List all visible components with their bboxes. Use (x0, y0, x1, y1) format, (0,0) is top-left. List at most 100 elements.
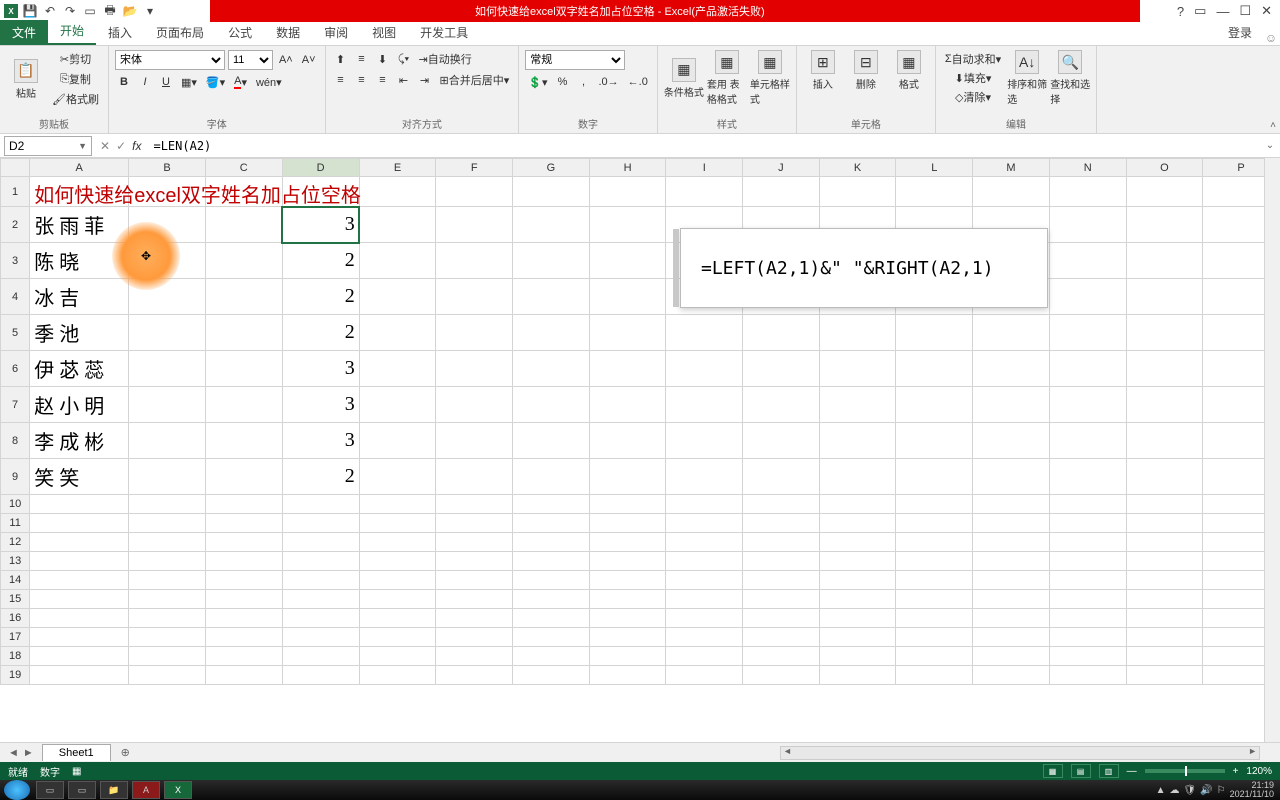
cell[interactable] (359, 243, 436, 279)
cell[interactable] (30, 533, 129, 552)
cell[interactable] (589, 387, 666, 423)
cell[interactable] (1049, 590, 1126, 609)
tray-icon[interactable]: ▲ (1156, 785, 1166, 796)
horizontal-scrollbar[interactable] (780, 746, 1260, 760)
cell[interactable] (1049, 459, 1126, 495)
cell[interactable] (1126, 387, 1203, 423)
cell[interactable] (1126, 243, 1203, 279)
cell[interactable] (819, 423, 896, 459)
cell[interactable] (436, 590, 513, 609)
task-item[interactable]: X (164, 781, 192, 799)
cell[interactable] (666, 552, 743, 571)
cut-button[interactable]: ✂ 剪切 (49, 50, 102, 68)
insert-cells-button[interactable]: ⊞插入 (803, 50, 843, 91)
cell[interactable] (205, 459, 282, 495)
cell[interactable] (513, 666, 590, 685)
cell[interactable] (589, 666, 666, 685)
tab-data[interactable]: 数据 (264, 20, 312, 45)
cell[interactable] (436, 243, 513, 279)
col-header[interactable]: H (589, 159, 666, 177)
cell[interactable] (513, 533, 590, 552)
cell[interactable] (359, 351, 436, 387)
cell[interactable] (129, 609, 206, 628)
cell[interactable] (359, 207, 436, 243)
cell[interactable] (743, 533, 820, 552)
cell[interactable] (129, 552, 206, 571)
col-header[interactable]: O (1126, 159, 1203, 177)
view-break-icon[interactable]: ▥ (1099, 764, 1119, 778)
col-header[interactable]: K (819, 159, 896, 177)
cell[interactable] (1049, 351, 1126, 387)
paste-button[interactable]: 📋粘贴 (6, 59, 46, 100)
cell[interactable] (1126, 495, 1203, 514)
cell[interactable] (359, 533, 436, 552)
cell[interactable] (513, 279, 590, 315)
cell[interactable] (973, 423, 1050, 459)
cell[interactable] (819, 590, 896, 609)
cell[interactable] (743, 177, 820, 207)
cell[interactable] (436, 351, 513, 387)
cell[interactable] (819, 315, 896, 351)
cell[interactable] (589, 459, 666, 495)
cell[interactable] (205, 279, 282, 315)
cell[interactable] (666, 177, 743, 207)
cell[interactable] (973, 647, 1050, 666)
number-format-select[interactable]: 常规 (525, 50, 625, 70)
col-header[interactable]: C (205, 159, 282, 177)
row-header[interactable]: 5 (1, 315, 30, 351)
cell[interactable] (513, 495, 590, 514)
cell[interactable] (1126, 628, 1203, 647)
cell[interactable] (359, 423, 436, 459)
cell[interactable]: 陈 晓 (30, 243, 129, 279)
cell[interactable] (129, 533, 206, 552)
cell[interactable] (129, 207, 206, 243)
cell[interactable] (359, 495, 436, 514)
cell[interactable] (205, 647, 282, 666)
cell[interactable]: 赵 小 明 (30, 387, 129, 423)
cell[interactable] (589, 315, 666, 351)
cell[interactable] (589, 495, 666, 514)
cell[interactable] (436, 459, 513, 495)
cell[interactable] (743, 647, 820, 666)
col-header[interactable]: G (513, 159, 590, 177)
cell[interactable] (129, 315, 206, 351)
cell[interactable] (1049, 279, 1126, 315)
open-icon[interactable]: 📂 (122, 3, 138, 19)
cell[interactable] (589, 552, 666, 571)
bold-button[interactable]: B (115, 73, 133, 91)
phonetic-button[interactable]: wén▾ (253, 73, 285, 91)
cell[interactable] (666, 315, 743, 351)
underline-button[interactable]: U (157, 73, 175, 91)
cell[interactable] (30, 552, 129, 571)
clock[interactable]: 21:192021/11/10 (1230, 781, 1274, 799)
cell[interactable] (1049, 552, 1126, 571)
cell[interactable]: 3 (282, 351, 359, 387)
tray-icon[interactable]: ☁ (1169, 785, 1179, 796)
cell[interactable] (1126, 571, 1203, 590)
copy-button[interactable]: ⎘ 复制 (49, 70, 102, 88)
cell[interactable] (1126, 279, 1203, 315)
cell[interactable] (205, 207, 282, 243)
cell[interactable] (666, 351, 743, 387)
cell[interactable] (743, 495, 820, 514)
cell[interactable] (896, 647, 973, 666)
cell[interactable] (205, 351, 282, 387)
cell[interactable] (205, 609, 282, 628)
task-item[interactable]: ▭ (68, 781, 96, 799)
cell[interactable] (30, 590, 129, 609)
cell[interactable] (896, 387, 973, 423)
align-left-icon[interactable]: ≡ (332, 71, 350, 89)
cell[interactable] (819, 628, 896, 647)
cell[interactable] (589, 351, 666, 387)
clear-button[interactable]: ◇ 清除 ▾ (942, 88, 1004, 106)
cell[interactable] (129, 571, 206, 590)
cell[interactable] (205, 590, 282, 609)
cell[interactable] (282, 552, 359, 571)
cell[interactable] (973, 177, 1050, 207)
cell[interactable] (666, 666, 743, 685)
align-right-icon[interactable]: ≡ (374, 71, 392, 89)
cell[interactable] (1049, 571, 1126, 590)
cell[interactable] (819, 177, 896, 207)
row-header[interactable]: 13 (1, 552, 30, 571)
cell[interactable] (436, 552, 513, 571)
